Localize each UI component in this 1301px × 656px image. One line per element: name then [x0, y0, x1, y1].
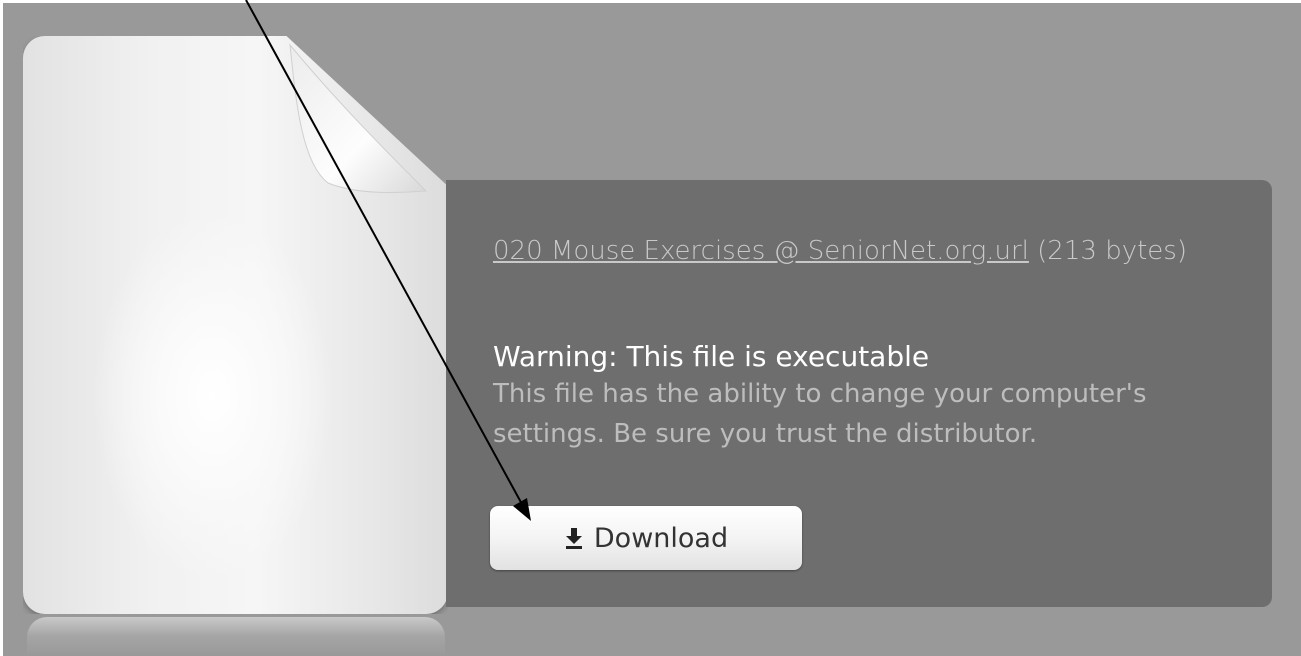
download-arrow-icon — [565, 528, 582, 549]
warning-message: This file has the ability to change your… — [493, 379, 1147, 449]
download-button[interactable]: Download — [490, 506, 802, 570]
warning-title: Warning: This file is executable — [493, 340, 930, 373]
page-curl-icon — [289, 43, 428, 193]
file-size-label: (213 bytes) — [1037, 236, 1187, 266]
page-reflection — [27, 617, 445, 656]
file-info-line: 020 Mouse Exercises @ SeniorNet.org.url … — [493, 230, 1238, 272]
file-info-panel: 020 Mouse Exercises @ SeniorNet.org.url … — [446, 180, 1272, 607]
file-name-link[interactable]: 020 Mouse Exercises @ SeniorNet.org.url — [493, 236, 1029, 266]
download-button-label: Download — [593, 522, 729, 554]
file-download-screen: 020 Mouse Exercises @ SeniorNet.org.url … — [3, 3, 1301, 656]
